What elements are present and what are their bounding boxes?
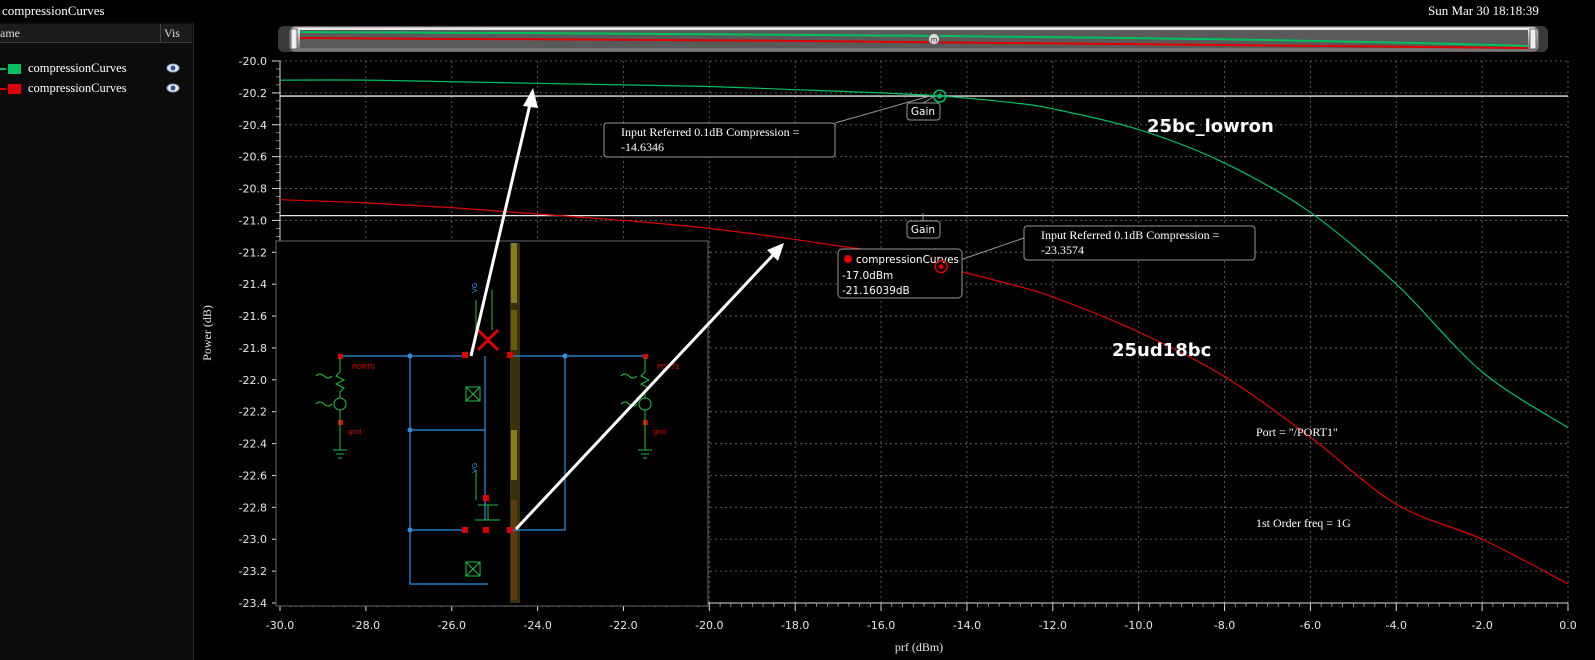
x-tick-label: -22.0 <box>609 619 637 632</box>
svg-text:Input Referred 0.1dB Compressi: Input Referred 0.1dB Compression = <box>1041 228 1220 242</box>
x-tick-label: -14.0 <box>953 619 981 632</box>
svg-text:Gain: Gain <box>911 106 935 118</box>
y-tick-label: -23.2 <box>239 565 267 578</box>
y-tick-label: -22.0 <box>239 374 267 387</box>
vg-label-bottom: VG <box>471 463 479 473</box>
scroll-handle-left[interactable] <box>290 28 298 50</box>
svg-text:-21.16039dB: -21.16039dB <box>842 285 910 297</box>
marker-center <box>938 264 944 270</box>
y-tick-label: -20.8 <box>239 183 267 196</box>
svg-text:compressionCurves: compressionCurves <box>856 254 959 266</box>
gnd-label-right: gnd <box>653 428 666 436</box>
x-tick-label: -2.0 <box>1471 619 1492 632</box>
y-tick-label: -20.6 <box>239 151 267 164</box>
curve-label-red: 25ud18bc <box>1112 340 1211 361</box>
x-tick-label: 0.0 <box>1559 619 1577 632</box>
svg-text:-23.3574: -23.3574 <box>1041 243 1084 257</box>
x-tick-label: -12.0 <box>1039 619 1067 632</box>
svg-text:m: m <box>931 36 938 44</box>
y-tick-label: -21.6 <box>239 310 267 323</box>
overview-scrollbar[interactable]: m <box>278 26 1548 52</box>
scroll-handle-right[interactable] <box>1529 28 1537 50</box>
x-tick-label: -30.0 <box>266 619 294 632</box>
x-tick-label: -28.0 <box>352 619 380 632</box>
x-tick-label: -24.0 <box>523 619 551 632</box>
y-tick-label: -21.2 <box>239 246 267 259</box>
x-tick-label: -16.0 <box>867 619 895 632</box>
y-tick-label: -21.0 <box>239 214 267 227</box>
y-tick-label: -23.0 <box>239 533 267 546</box>
y-tick-label: -20.2 <box>239 87 267 100</box>
gnd-label-left: gnd <box>348 428 361 436</box>
x-tick-label: -8.0 <box>1214 619 1235 632</box>
svg-text:-14.6346: -14.6346 <box>621 140 664 154</box>
y-tick-label: -23.4 <box>239 597 267 610</box>
y-tick-label: -21.8 <box>239 342 267 355</box>
freq-text: 1st Order freq = 1G <box>1256 516 1351 530</box>
x-tick-label: -18.0 <box>781 619 809 632</box>
y-tick-label: -22.2 <box>239 406 267 419</box>
x-tick-label: -20.0 <box>695 619 723 632</box>
x-tick-label: -26.0 <box>437 619 465 632</box>
curve-label-green: 25bc_lowron <box>1147 116 1274 137</box>
y-tick-label: -20.0 <box>239 55 267 68</box>
x-tick-label: -6.0 <box>1300 619 1321 632</box>
y-tick-label: -20.4 <box>239 119 267 132</box>
x-tick-label: -10.0 <box>1124 619 1152 632</box>
y-tick-label: -22.4 <box>239 438 267 451</box>
x-axis-title: prf (dBm) <box>895 640 943 654</box>
port-label-left: PORT0 <box>352 363 375 371</box>
svg-text:Input Referred 0.1dB Compressi: Input Referred 0.1dB Compression = <box>621 125 800 139</box>
y-axis: -20.0 -20.2 -20.4 -20.6 -20.8 -21.0 -21.2 -21.4… <box>239 55 280 610</box>
y-tick-label: -22.8 <box>239 501 267 514</box>
svg-text:Gain: Gain <box>911 224 935 236</box>
schematic-inset: VG VG PORT0 PORT1 gnd gnd <box>275 240 709 607</box>
marker-tooltip[interactable]: compressionCurves -17.0dBm -21.16039dB <box>837 248 963 299</box>
y-tick-label: -21.4 <box>239 278 267 291</box>
marker-center <box>937 93 943 99</box>
waveform-chart[interactable]: m -30.0 -28.0 -26.0 -24.0 -22.0 -20.0 -18.0 -16… <box>0 0 1595 660</box>
port-text: Port = "/PORT1" <box>1256 425 1338 439</box>
vg-label-top: VG <box>471 283 479 293</box>
y-tick-label: -22.6 <box>239 469 267 482</box>
y-axis-title: Power (dB) <box>200 305 214 361</box>
x-axis: -30.0 -28.0 -26.0 -24.0 -22.0 -20.0 -18.0 -16.0… <box>266 603 1577 632</box>
svg-text:-17.0dBm: -17.0dBm <box>842 270 893 282</box>
x-tick-label: -4.0 <box>1386 619 1407 632</box>
